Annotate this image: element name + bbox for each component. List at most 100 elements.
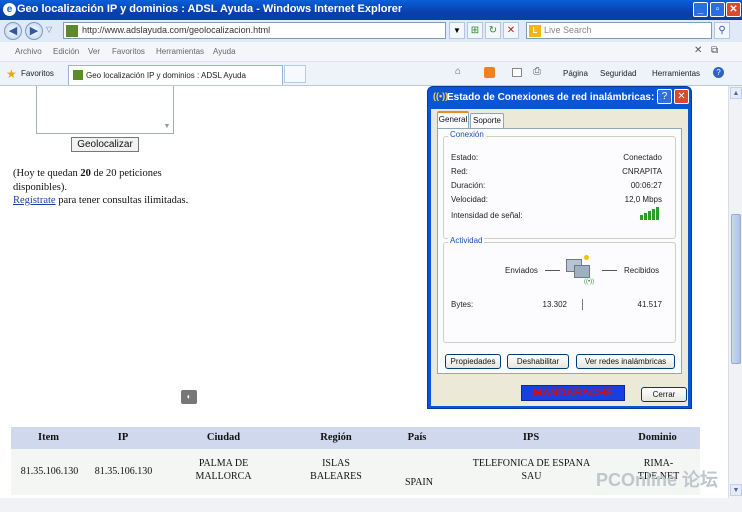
horizontal-scrollbar[interactable] (0, 498, 742, 512)
cell-ciudad: PALMA DE MALLORCA (181, 457, 266, 483)
network-computers-icon: ((•)) (564, 255, 596, 285)
search-box[interactable]: L Live Search (526, 22, 712, 39)
properties-button[interactable]: Propiedades (445, 354, 501, 369)
geolocate-button[interactable]: Geolocalizar (71, 137, 139, 152)
cell-region-line1: ISLAS (322, 458, 350, 469)
compatibility-icon[interactable]: ⊞ (467, 22, 483, 39)
history-dropdown-icon[interactable]: ▽ (46, 25, 52, 34)
cell-ips-line1: TELEFONICA DE ESPANA (472, 458, 591, 469)
close-window-button[interactable]: ✕ (726, 2, 741, 17)
sent-line (545, 270, 560, 271)
search-icon[interactable]: ⚲ (714, 22, 730, 39)
print-icon[interactable]: ⎙ (533, 66, 544, 77)
watermark: PCOnline 论坛 (596, 470, 719, 490)
tab-favicon-icon (73, 70, 83, 80)
quota-text: (Hoy te quedan 20 de 20 peticiones dispo… (13, 167, 193, 195)
duration-label: Duración: (451, 181, 486, 190)
wireless-icon: ((•)) (433, 91, 449, 101)
cell-item: 81.35.106.130 (20, 466, 79, 477)
security-menu[interactable]: Seguridad (600, 69, 636, 78)
view-wireless-networks-button[interactable]: Ver redes inalámbricas (576, 354, 675, 369)
menu-ver[interactable]: Ver (88, 47, 100, 56)
forward-arrow-icon[interactable]: ▶ (25, 22, 43, 40)
ie-logo-icon: e (3, 3, 16, 16)
tab-title[interactable]: Geo localización IP y dominios : ADSL Ay… (86, 71, 246, 80)
activity-group-label: Actividad (448, 236, 485, 245)
help-button-icon[interactable]: ? (657, 89, 672, 104)
page-info-icon[interactable]: ◐ (181, 390, 197, 404)
menu-bar: Archivo Edición Ver Favoritos Herramient… (0, 42, 742, 62)
tab-general[interactable]: General (437, 111, 469, 129)
quota-left: 20 (80, 168, 91, 179)
close-bar-icon[interactable]: ✕ (694, 45, 702, 56)
menu-ayuda[interactable]: Ayuda (213, 47, 236, 56)
menu-archivo[interactable]: Archivo (15, 47, 42, 56)
dialog-close-icon[interactable]: ✕ (674, 89, 689, 104)
maximize-button[interactable]: ▫ (710, 2, 725, 17)
home-icon[interactable]: ⌂ (455, 66, 466, 77)
col-ips: IPS (522, 432, 540, 443)
help-icon[interactable]: ? (713, 67, 724, 78)
duration-value: 00:06:27 (630, 181, 662, 190)
col-ciudad: Ciudad (206, 432, 241, 443)
read-mail-icon[interactable] (512, 68, 522, 77)
menu-edicion[interactable]: Edición (53, 47, 79, 56)
page-menu[interactable]: Página (563, 69, 588, 78)
cell-ciudad-line1: PALMA DE (198, 458, 249, 469)
network-label: Red: (451, 167, 468, 176)
menu-favoritos[interactable]: Favoritos (112, 47, 145, 56)
speed-label: Velocidad: (451, 195, 488, 204)
dialog-body: General Soporte Conexión Estado: Conecta… (431, 109, 688, 406)
address-toolbar: ◀ ▶ ▽ http://www.adslayuda.com/geolocali… (0, 20, 742, 42)
stop-icon[interactable]: ✕ (503, 22, 519, 39)
col-pais: País (407, 432, 427, 443)
cell-region: ISLAS BALEARES (297, 457, 375, 483)
scroll-up-icon[interactable]: ▲ (730, 87, 742, 99)
mandarache-logo: MANDARACHE (521, 385, 625, 401)
search-input[interactable]: Live Search (544, 25, 592, 35)
menu-herramientas[interactable]: Herramientas (156, 47, 204, 56)
new-tab-button[interactable] (284, 65, 306, 83)
links-dropdown-icon[interactable]: ⧉ (711, 45, 718, 56)
address-bar[interactable]: http://www.adslayuda.com/geolocalizacion… (63, 22, 446, 39)
vertical-scrollbar[interactable]: ▲ ▼ (728, 86, 742, 498)
site-favicon-icon (66, 25, 78, 37)
window-title-bar: e Geo localización IP y dominios : ADSL … (0, 0, 742, 20)
quota-prefix: (Hoy te quedan (13, 168, 81, 179)
tab-soporte[interactable]: Soporte (470, 113, 504, 128)
address-dropdown-icon[interactable]: ▼ (449, 22, 465, 39)
feeds-icon[interactable] (484, 67, 495, 78)
scroll-thumb[interactable] (731, 214, 741, 364)
cell-ciudad-line2: MALLORCA (195, 471, 252, 482)
dialog-title-bar: ((•)) Estado de Conexiones de red inalám… (433, 90, 688, 108)
bytes-divider (582, 299, 583, 310)
favorites-label[interactable]: Favoritos (21, 69, 54, 78)
cell-region-line2: BALEARES (310, 471, 362, 482)
activity-group (443, 242, 676, 343)
minimize-button[interactable]: _ (693, 2, 708, 17)
register-link[interactable]: Regístrate (13, 195, 56, 206)
refresh-icon[interactable]: ↻ (485, 22, 501, 39)
cell-ip: 81.35.106.130 (94, 466, 153, 477)
speed-value: 12,0 Mbps (624, 195, 662, 204)
favorites-star-icon[interactable]: ★ (6, 67, 17, 81)
textarea-scroll-arrow-icon[interactable]: ▼ (162, 122, 172, 132)
back-arrow-icon[interactable]: ◀ (4, 22, 22, 40)
disable-button[interactable]: Deshabilitar (507, 354, 569, 369)
ip-textarea[interactable]: ▼ (36, 86, 174, 134)
address-url[interactable]: http://www.adslayuda.com/geolocalizacion… (82, 25, 270, 35)
table-header-row: Item IP Ciudad Región País IPS Dominio (11, 427, 700, 449)
scroll-down-icon[interactable]: ▼ (730, 484, 742, 496)
sent-label: Enviados (505, 266, 538, 275)
bytes-received-value: 41.517 (637, 300, 662, 309)
live-search-logo-icon: L (529, 25, 541, 37)
col-dominio: Dominio (638, 432, 677, 443)
tools-menu[interactable]: Herramientas (652, 69, 700, 78)
network-value: CNRAPITA (622, 167, 662, 176)
wireless-status-dialog: ((•)) Estado de Conexiones de red inalám… (427, 86, 692, 409)
close-button[interactable]: Cerrar (641, 387, 687, 402)
browser-tab[interactable]: Geo localización IP y dominios : ADSL Ay… (68, 65, 283, 85)
col-region: Región (320, 432, 352, 443)
window-title: Geo localización IP y dominios : ADSL Ay… (17, 3, 403, 15)
connection-group-label: Conexión (448, 130, 486, 139)
